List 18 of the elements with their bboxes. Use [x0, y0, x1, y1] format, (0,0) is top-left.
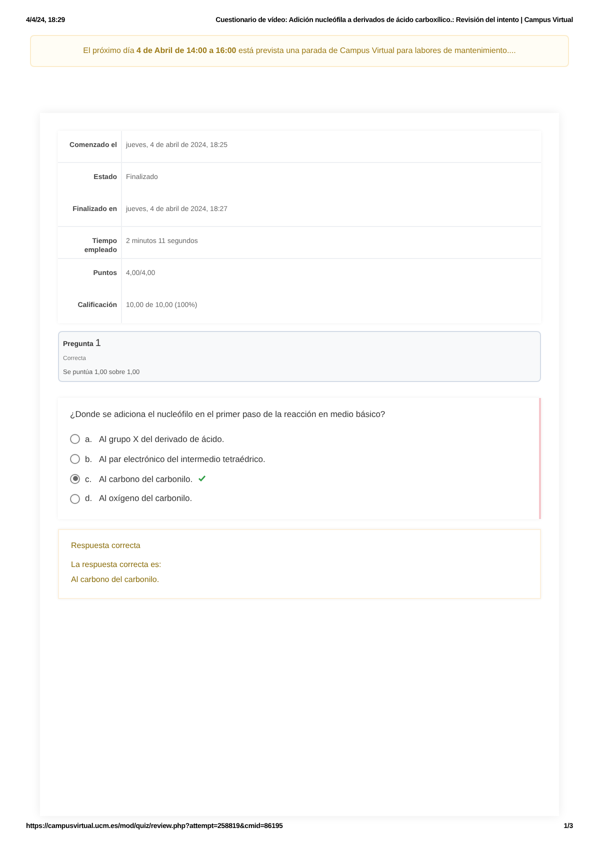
maintenance-notice: El próximo día 4 de Abril de 14:00 a 16:00 está prevista una parada de Campus Virtual para labores de mantenimiento.... — [30, 34, 569, 66]
radio-button[interactable] — [70, 454, 80, 464]
option-letter: b. — [85, 452, 94, 466]
option-letter: d. — [85, 492, 94, 505]
option-text: Al carbono del carbonilo. — [99, 472, 193, 486]
radio-button[interactable] — [70, 494, 80, 504]
radio-button[interactable] — [70, 474, 80, 484]
feedback-title: Respuesta correcta — [71, 540, 142, 552]
feedback-answer: Al carbono del carbonilo. — [71, 574, 160, 586]
question-text: ¿Donde se adiciona el nucleófilo en el primer paso de la reacción en medio básico? — [70, 408, 386, 421]
option-letter: a. — [85, 433, 94, 446]
question-number: 1 — [95, 336, 101, 350]
option-letter: c. — [85, 472, 93, 486]
radio-button[interactable] — [70, 434, 80, 444]
option-text: Al grupo X del derivado de ácido. — [99, 433, 224, 446]
option-text: Al oxígeno del carbonilo. — [99, 492, 192, 505]
feedback-intro: La respuesta correcta es: — [71, 559, 162, 571]
option-text: Al par electrónico del intermedio tetraédrico. — [99, 452, 266, 466]
